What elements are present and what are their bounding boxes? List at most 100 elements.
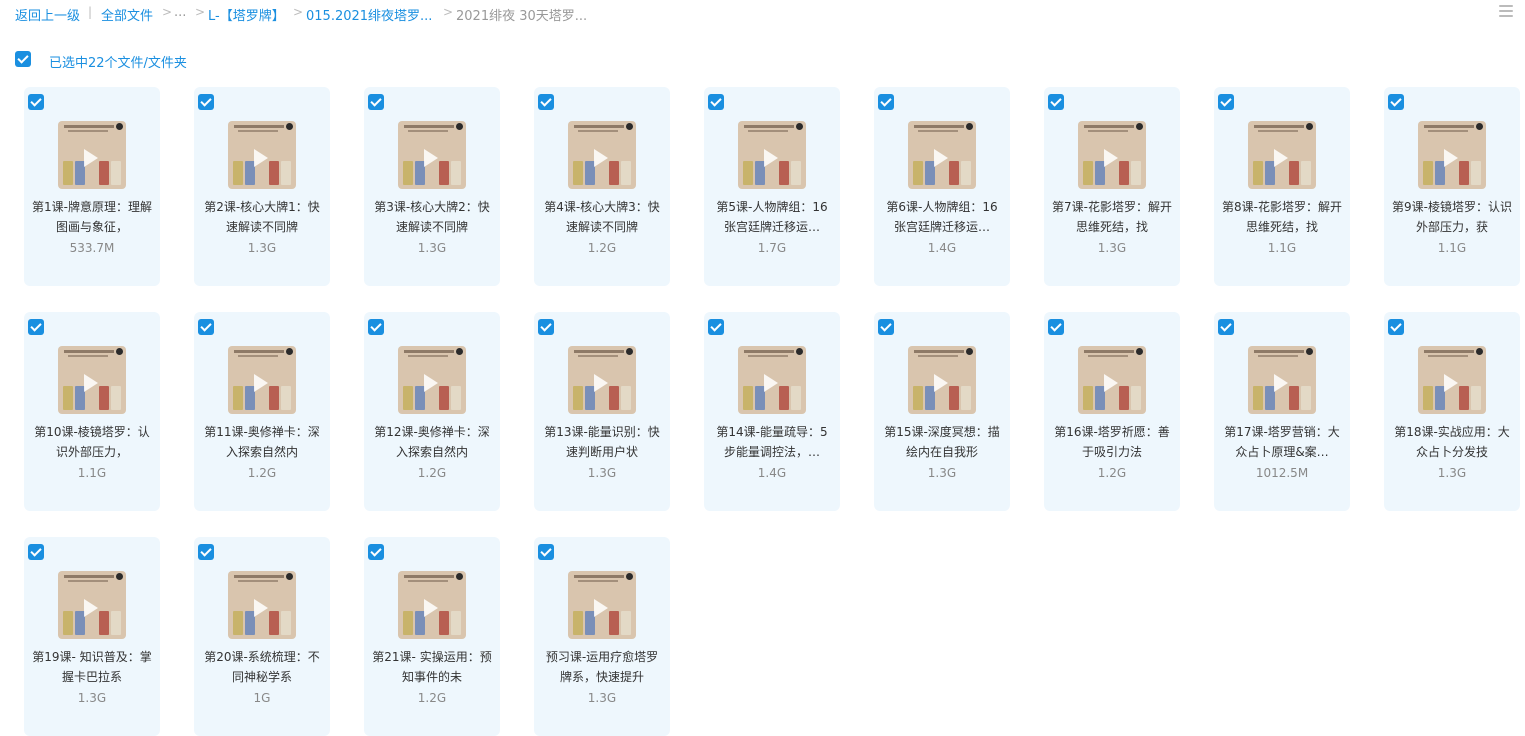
video-thumbnail (58, 571, 126, 639)
play-icon (1274, 374, 1288, 392)
file-checkbox[interactable] (1048, 94, 1064, 110)
video-thumbnail (398, 571, 466, 639)
play-icon (1444, 149, 1458, 167)
video-thumbnail (568, 571, 636, 639)
file-checkbox[interactable] (28, 319, 44, 335)
video-thumbnail (398, 121, 466, 189)
file-name: 第15课-深度冥想：描绘内在自我形 (884, 425, 1000, 459)
file-name: 第10课-棱镜塔罗：认识外部压力， (34, 425, 150, 459)
play-icon (424, 149, 438, 167)
video-thumbnail (568, 121, 636, 189)
file-checkbox[interactable] (368, 544, 384, 560)
video-thumbnail (908, 346, 976, 414)
file-card[interactable]: 第9课-棱镜塔罗：认识外部压力，获 1.1G (1384, 87, 1520, 286)
file-card[interactable]: 第14课-能量疏导：5步能量调控法，… 1.4G (704, 312, 840, 511)
chevron-right-icon: > (162, 5, 173, 19)
play-icon (1104, 149, 1118, 167)
file-checkbox[interactable] (538, 94, 554, 110)
file-card[interactable]: 第12课-奥修禅卡：深入探索自然内 1.2G (364, 312, 500, 511)
file-card[interactable]: 第5课-人物牌组：16张宫廷牌迁移运… 1.7G (704, 87, 840, 286)
file-card[interactable]: 第2课-核心大牌1：快速解读不同牌 1.3G (194, 87, 330, 286)
file-name: 第8课-花影塔罗：解开思维死结，找 (1222, 200, 1342, 234)
all-files-link[interactable]: 全部文件 (101, 5, 153, 24)
file-checkbox[interactable] (1388, 319, 1404, 335)
file-card[interactable]: 第7课-花影塔罗：解开思维死结，找 1.3G (1044, 87, 1180, 286)
file-checkbox[interactable] (28, 544, 44, 560)
file-checkbox[interactable] (28, 94, 44, 110)
video-thumbnail (1078, 346, 1146, 414)
file-size: 1.3G (587, 466, 617, 480)
file-card[interactable]: 第19课- 知识普及：掌握卡巴拉系 1.3G (24, 537, 160, 736)
video-thumbnail (58, 346, 126, 414)
file-size: 1.4G (757, 466, 787, 480)
video-thumbnail (1248, 346, 1316, 414)
file-size: 533.7M (69, 241, 115, 255)
file-card[interactable]: 第11课-奥修禅卡：深入探索自然内 1.2G (194, 312, 330, 511)
play-icon (594, 374, 608, 392)
file-size: 1.3G (927, 466, 957, 480)
file-checkbox[interactable] (198, 94, 214, 110)
video-thumbnail (58, 121, 126, 189)
file-checkbox[interactable] (538, 319, 554, 335)
file-card[interactable]: 第18课-实战应用：大众占卜分发技 1.3G (1384, 312, 1520, 511)
play-icon (764, 149, 778, 167)
file-checkbox[interactable] (198, 544, 214, 560)
file-checkbox[interactable] (368, 94, 384, 110)
file-size: 1012.5M (1255, 466, 1309, 480)
file-card[interactable]: 第8课-花影塔罗：解开思维死结，找 1.1G (1214, 87, 1350, 286)
file-card[interactable]: 第21课- 实操运用：预知事件的未 1.2G (364, 537, 500, 736)
file-checkbox[interactable] (878, 319, 894, 335)
play-icon (84, 599, 98, 617)
chevron-right-icon: > (195, 5, 206, 19)
play-icon (594, 599, 608, 617)
file-card[interactable]: 第10课-棱镜塔罗：认识外部压力， 1.1G (24, 312, 160, 511)
selection-count-label: 已选中22个文件/文件夹 (49, 56, 187, 71)
file-checkbox[interactable] (1048, 319, 1064, 335)
file-card[interactable]: 第3课-核心大牌2：快速解读不同牌 1.3G (364, 87, 500, 286)
file-name: 第18课-实战应用：大众占卜分发技 (1394, 425, 1510, 459)
play-icon (424, 599, 438, 617)
file-name: 第1课-牌意原理：理解图画与象征， (32, 200, 152, 234)
file-size: 1.2G (1097, 466, 1127, 480)
breadcrumb-ellipsis[interactable]: ... (174, 5, 186, 20)
file-card[interactable]: 第16课-塔罗祈愿：善于吸引力法 1.2G (1044, 312, 1180, 511)
video-thumbnail (568, 346, 636, 414)
file-checkbox[interactable] (198, 319, 214, 335)
file-checkbox[interactable] (708, 319, 724, 335)
list-view-icon[interactable] (1499, 5, 1513, 19)
video-thumbnail (1248, 121, 1316, 189)
file-checkbox[interactable] (1218, 94, 1234, 110)
breadcrumb-divider: | (88, 5, 93, 19)
file-card[interactable]: 第15课-深度冥想：描绘内在自我形 1.3G (874, 312, 1010, 511)
file-card[interactable]: 第13课-能量识别：快速判断用户状 1.3G (534, 312, 670, 511)
file-size: 1.7G (757, 241, 787, 255)
video-thumbnail (738, 121, 806, 189)
file-size: 1.3G (587, 691, 617, 705)
file-checkbox[interactable] (708, 94, 724, 110)
chevron-right-icon: > (443, 5, 454, 19)
play-icon (934, 374, 948, 392)
file-checkbox[interactable] (878, 94, 894, 110)
file-checkbox[interactable] (538, 544, 554, 560)
file-card[interactable]: 预习课-运用疗愈塔罗牌系，快速提升 1.3G (534, 537, 670, 736)
breadcrumb-current-folder: 2021绯夜 30天塔罗... (456, 9, 588, 24)
file-checkbox[interactable] (1388, 94, 1404, 110)
file-card[interactable]: 第1课-牌意原理：理解图画与象征， 533.7M (24, 87, 160, 286)
file-size: 1.4G (927, 241, 957, 255)
file-name: 第5课-人物牌组：16张宫廷牌迁移运… (716, 200, 828, 234)
file-card[interactable]: 第6课-人物牌组：16张宫廷牌迁移运… 1.4G (874, 87, 1010, 286)
breadcrumb-folder-tarot[interactable]: L-【塔罗牌】 (208, 5, 285, 24)
select-all-checkbox[interactable] (15, 51, 31, 67)
file-card[interactable]: 第4课-核心大牌3：快速解读不同牌 1.2G (534, 87, 670, 286)
video-thumbnail (1078, 121, 1146, 189)
file-name: 第9课-棱镜塔罗：认识外部压力，获 (1392, 200, 1512, 234)
file-card[interactable]: 第17课-塔罗营销：大众占卜原理&案… 1012.5M (1214, 312, 1350, 511)
file-size: 1.3G (247, 241, 277, 255)
file-checkbox[interactable] (1218, 319, 1234, 335)
back-link[interactable]: 返回上一级 (15, 5, 80, 24)
breadcrumb-folder-2021[interactable]: 015.2021绯夜塔罗... (306, 5, 432, 24)
file-checkbox[interactable] (368, 319, 384, 335)
file-name: 第13课-能量识别：快速判断用户状 (544, 425, 660, 459)
file-name: 第3课-核心大牌2：快速解读不同牌 (374, 200, 490, 234)
file-card[interactable]: 第20课-系统梳理：不同神秘学系 1G (194, 537, 330, 736)
